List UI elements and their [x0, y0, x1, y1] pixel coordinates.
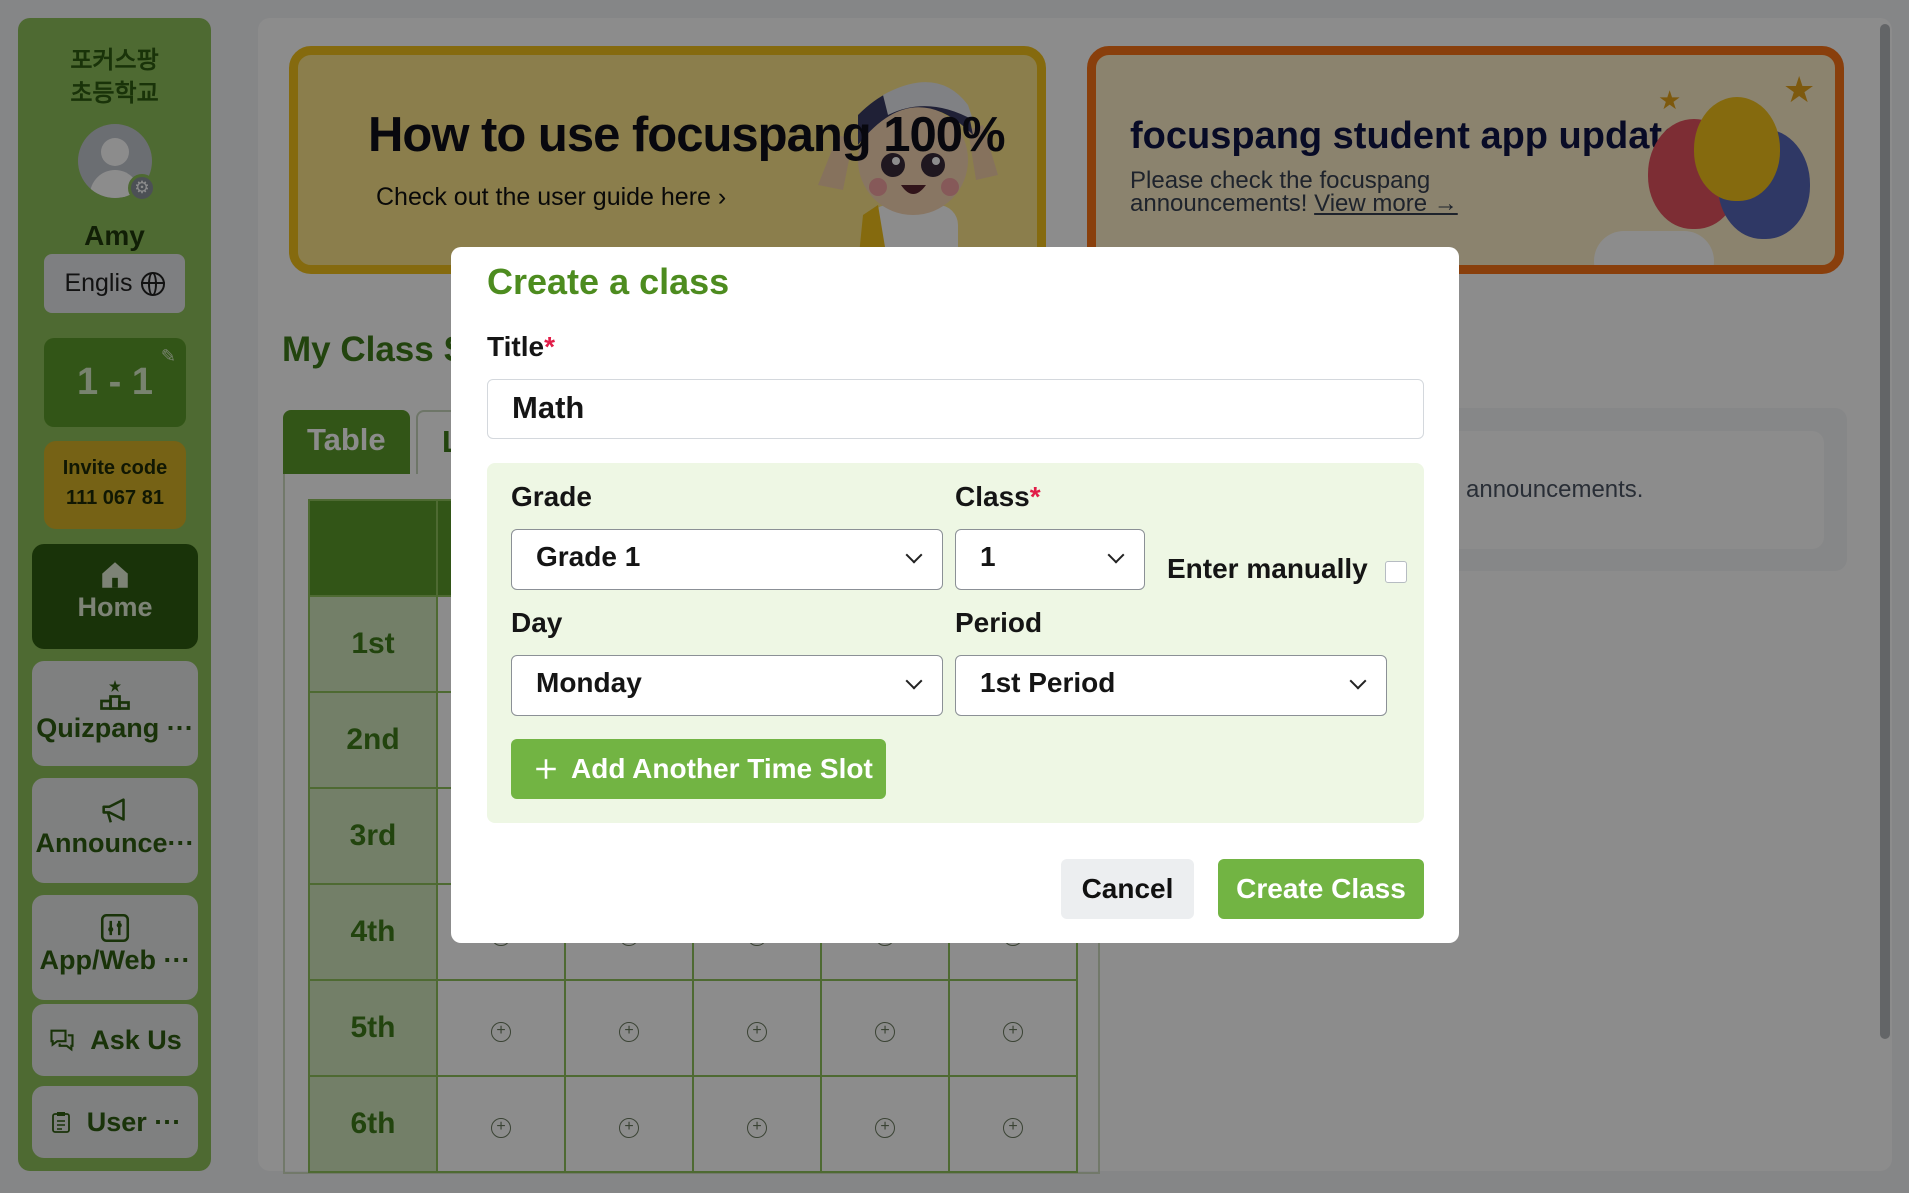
title-label-text: Title — [487, 331, 545, 362]
class-label-text: Class — [955, 481, 1030, 512]
dialog-title: Create a class — [487, 261, 730, 302]
create-class-button[interactable]: Create Class — [1218, 859, 1424, 919]
grade-select-value: Grade 1 — [536, 541, 641, 572]
title-field-label: Title* — [487, 331, 555, 363]
day-label: Day — [511, 607, 563, 638]
title-input[interactable]: Math — [487, 379, 1424, 439]
grade-label: Grade — [511, 481, 592, 512]
chevron-down-icon — [1107, 546, 1125, 564]
class-select[interactable]: 1 — [955, 529, 1145, 590]
class-select-value: 1 — [980, 541, 996, 572]
enter-manually-checkbox[interactable] — [1385, 561, 1407, 583]
chevron-down-icon — [905, 672, 923, 690]
period-select[interactable]: 1st Period — [955, 655, 1387, 716]
required-mark: * — [544, 331, 555, 362]
enter-manually-label: Enter manually — [1167, 553, 1368, 584]
add-time-slot-button[interactable]: Add Another Time Slot — [511, 739, 886, 799]
add-time-slot-label: Add Another Time Slot — [571, 753, 873, 784]
class-field-label: Class* — [955, 481, 1041, 513]
day-select-value: Monday — [536, 667, 642, 698]
day-select[interactable]: Monday — [511, 655, 943, 716]
chevron-down-icon — [905, 546, 923, 564]
plus-icon — [536, 759, 556, 779]
period-select-value: 1st Period — [980, 667, 1116, 698]
create-class-dialog: Create a class Title* Math Grade Class* … — [451, 247, 1459, 943]
required-mark: * — [1029, 481, 1041, 512]
grade-select[interactable]: Grade 1 — [511, 529, 943, 590]
chevron-down-icon — [1349, 672, 1367, 690]
cancel-button[interactable]: Cancel — [1061, 859, 1194, 919]
period-label: Period — [955, 607, 1043, 638]
time-slot-panel: Grade Class* Grade 1 1 Enter manually Da… — [487, 463, 1424, 823]
